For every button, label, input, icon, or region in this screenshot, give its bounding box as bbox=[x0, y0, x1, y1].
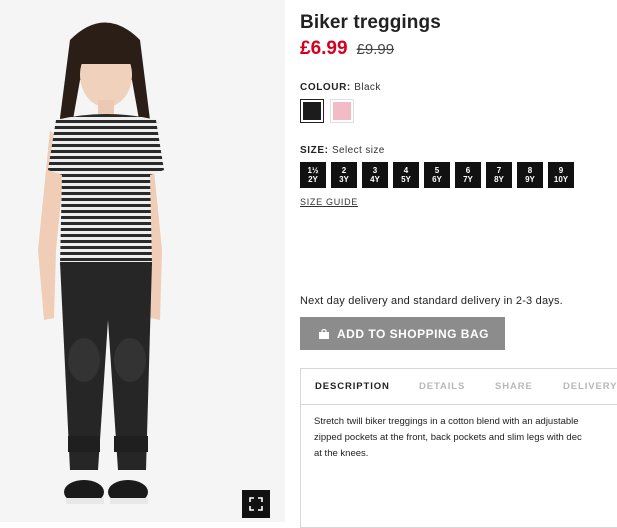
size-option-years: 3Y bbox=[339, 175, 349, 184]
size-option-age: 9 bbox=[558, 166, 564, 175]
swatch-black[interactable] bbox=[300, 99, 324, 123]
fullscreen-button[interactable] bbox=[242, 490, 270, 518]
size-option-8[interactable]: 8 9Y bbox=[517, 162, 543, 188]
size-option-age: 1½ bbox=[307, 166, 319, 175]
size-label: SIZE: bbox=[300, 145, 329, 156]
size-option-3[interactable]: 3 4Y bbox=[362, 162, 388, 188]
price-row: £6.99 £9.99 bbox=[300, 38, 394, 60]
add-to-bag-label: ADD TO SHOPPING BAG bbox=[337, 326, 489, 341]
fullscreen-icon bbox=[249, 497, 263, 511]
size-option-age: 2 bbox=[341, 166, 347, 175]
size-option-age: 4 bbox=[403, 166, 409, 175]
shopping-bag-icon bbox=[319, 328, 329, 339]
product-image[interactable] bbox=[0, 0, 285, 522]
colour-swatches bbox=[300, 99, 354, 123]
size-option-age: 7 bbox=[496, 166, 502, 175]
product-photo bbox=[0, 0, 285, 522]
swatch-pink[interactable] bbox=[330, 99, 354, 123]
size-option-age: 6 bbox=[465, 166, 471, 175]
description-text: Stretch twill biker treggings in a cotto… bbox=[314, 416, 582, 459]
size-option-years: 8Y bbox=[494, 175, 504, 184]
size-option-years: 5Y bbox=[401, 175, 411, 184]
size-option-4[interactable]: 4 5Y bbox=[393, 162, 419, 188]
size-options: 1½ 2Y 2 3Y 3 4Y 4 5Y 5 6Y 6 7Y 7 8Y 8 9Y… bbox=[300, 162, 574, 188]
colour-label-row: COLOUR: Black bbox=[300, 82, 381, 93]
add-to-bag-button[interactable]: ADD TO SHOPPING BAG bbox=[300, 317, 505, 350]
size-option-years: 4Y bbox=[370, 175, 380, 184]
size-option-5[interactable]: 5 6Y bbox=[424, 162, 450, 188]
size-option-age: 5 bbox=[434, 166, 440, 175]
tab-description[interactable]: DESCRIPTION bbox=[315, 381, 390, 392]
tab-share[interactable]: SHARE bbox=[495, 381, 533, 392]
product-info-tabs: DESCRIPTION DETAILS SHARE DELIVERY Stret… bbox=[300, 368, 617, 528]
size-option-age: 8 bbox=[527, 166, 533, 175]
colour-label: COLOUR: bbox=[300, 82, 351, 93]
size-option-years: 7Y bbox=[463, 175, 473, 184]
delivery-info: Next day delivery and standard delivery … bbox=[300, 295, 563, 307]
size-option-7[interactable]: 7 8Y bbox=[486, 162, 512, 188]
size-option-6[interactable]: 6 7Y bbox=[455, 162, 481, 188]
size-option-years: 6Y bbox=[432, 175, 442, 184]
colour-value: Black bbox=[354, 82, 381, 93]
product-title: Biker treggings bbox=[300, 12, 441, 33]
original-price: £9.99 bbox=[356, 41, 395, 58]
size-option-9[interactable]: 9 10Y bbox=[548, 162, 574, 188]
current-price: £6.99 bbox=[300, 38, 348, 59]
tab-bar: DESCRIPTION DETAILS SHARE DELIVERY bbox=[301, 369, 617, 405]
swatch-pink-color bbox=[333, 102, 351, 120]
size-label-row: SIZE: Select size bbox=[300, 145, 385, 156]
size-option-age: 3 bbox=[372, 166, 378, 175]
size-option-years: 2Y bbox=[308, 175, 318, 184]
size-value: Select size bbox=[331, 145, 385, 156]
swatch-black-color bbox=[303, 102, 321, 120]
size-option-2[interactable]: 2 3Y bbox=[331, 162, 357, 188]
size-option-years: 9Y bbox=[525, 175, 535, 184]
size-option-years: 10Y bbox=[553, 175, 569, 184]
size-guide-link[interactable]: SIZE GUIDE bbox=[300, 197, 358, 207]
tab-delivery[interactable]: DELIVERY bbox=[563, 381, 617, 392]
tab-details[interactable]: DETAILS bbox=[419, 381, 465, 392]
size-option-1[interactable]: 1½ 2Y bbox=[300, 162, 326, 188]
